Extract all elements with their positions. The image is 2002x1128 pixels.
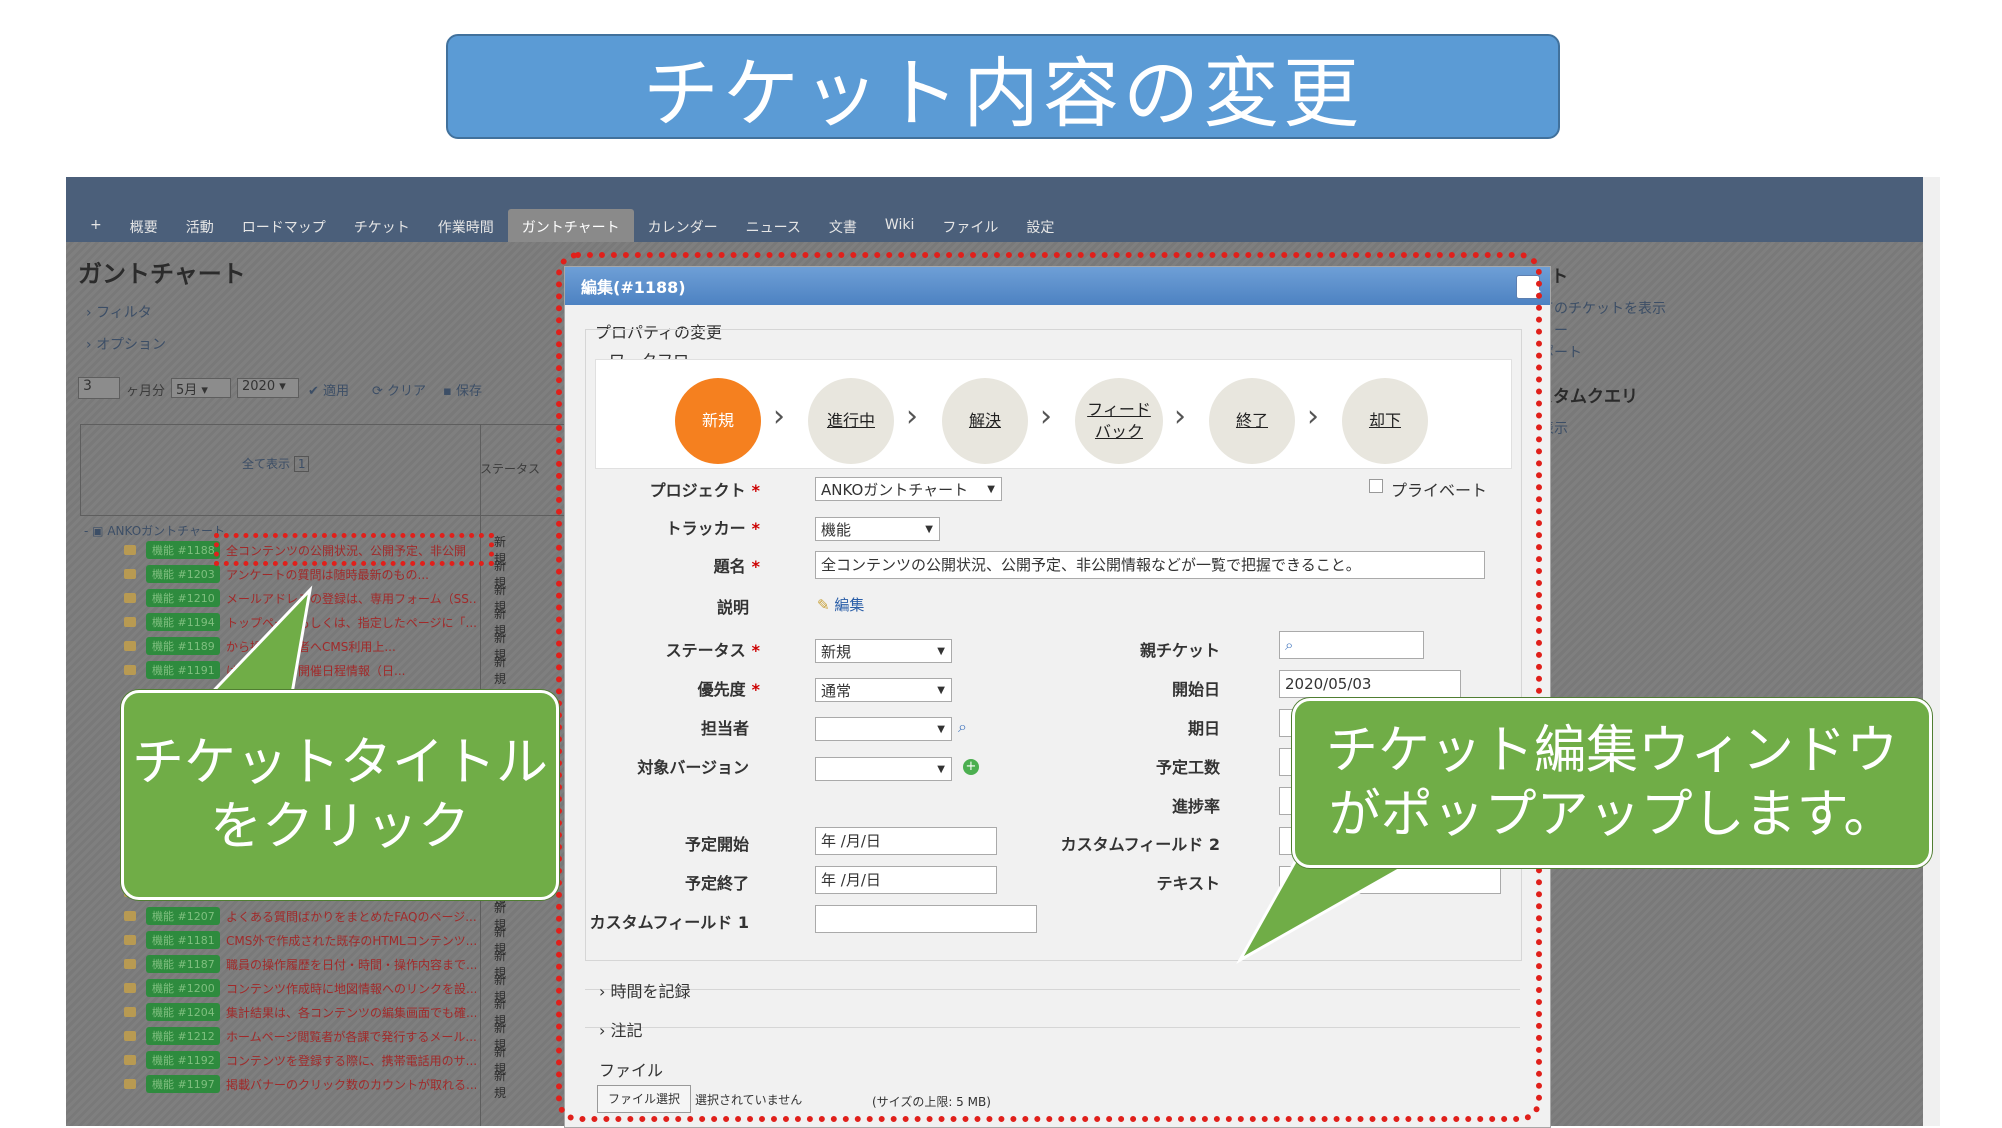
check-icon: ✔ — [308, 384, 319, 399]
issue-badge[interactable]: 機能 #1200 — [146, 979, 220, 997]
issue-title-link[interactable]: 集計結果は、各コンテンツの編集画面でも確... — [226, 1004, 476, 1021]
project-name: ANKOガントチャート — [107, 524, 226, 538]
option-label: オプション — [96, 337, 167, 353]
sidebar-link-all[interactable]: てのチケットを表示 — [1540, 298, 1666, 318]
page-title: ガントチャート — [78, 260, 246, 288]
option-toggle[interactable]: › オプション — [86, 334, 166, 354]
title-highlight-frame — [214, 533, 494, 566]
year-select[interactable]: 2020 ▾ — [237, 378, 299, 398]
issue-icon — [124, 641, 136, 651]
table-row[interactable]: 機能 #1197 掲載バナーのクリック数のカウントが取れる... 新規 — [124, 1069, 506, 1100]
save-label: 保存 — [455, 384, 482, 399]
issue-icon — [124, 935, 136, 945]
issue-badge[interactable]: 機能 #1181 — [146, 931, 220, 949]
issue-icon — [124, 665, 136, 675]
issue-badge[interactable]: 機能 #1197 — [146, 1075, 220, 1093]
months-input[interactable]: 3 — [78, 377, 120, 399]
issue-icon — [124, 617, 136, 627]
nav-tab[interactable]: 活動 — [172, 209, 228, 242]
issue-icon — [124, 1079, 136, 1089]
issue-title-link[interactable]: コンテンツを登録する際に、携帯電話用のサ... — [226, 1052, 476, 1069]
issue-badge[interactable]: 機能 #1187 — [146, 955, 220, 973]
save-icon: ▪ — [443, 384, 452, 399]
filter-label: フィルタ — [96, 305, 152, 321]
issue-icon — [124, 959, 136, 969]
issue-badge[interactable]: 機能 #1204 — [146, 1003, 220, 1021]
nav-tab[interactable]: ニュース — [732, 209, 815, 242]
issue-title-link[interactable]: 職員の操作履歴を日付・時間・操作内容まで... — [226, 956, 476, 973]
modal-highlight-frame — [556, 252, 1542, 1122]
save-link[interactable]: ▪ 保存 — [443, 380, 482, 399]
issue-title-link[interactable]: CMS外で作成された既存のHTMLコンテンツ... — [226, 932, 476, 949]
issue-title-link[interactable]: 掲載バナーのクリック数のカウントが取れる... — [226, 1076, 476, 1093]
right-callout: チケット編集ウィンドウ がポップアップします。 — [1292, 698, 1932, 868]
table-row[interactable]: 機能 #1181 CMS外で作成された既存のHTMLコンテンツ... 新規 — [124, 925, 506, 956]
sidebar-custom-query: スタムクエリ — [1536, 387, 1638, 407]
issue-badge[interactable]: 機能 #1188 — [146, 541, 220, 559]
status-column-header: ステータス — [480, 462, 541, 476]
issue-icon — [124, 593, 136, 603]
table-row[interactable]: 機能 #1207 よくある質問ばかりをまとめたFAQのページ... 新規 — [124, 901, 506, 932]
project-tree-node[interactable]: - ▣ ANKOガントチャート — [84, 522, 225, 539]
issue-icon — [124, 1055, 136, 1065]
nav-tab[interactable]: ガントチャート — [507, 209, 634, 242]
issue-badge[interactable]: 機能 #1212 — [146, 1027, 220, 1045]
page-scrollbar[interactable] — [1923, 177, 1940, 1126]
month-select-value: 5月 — [176, 383, 198, 398]
year-select-value: 2020 — [242, 379, 276, 394]
nav-tab[interactable]: 文書 — [815, 209, 871, 242]
nav-tab[interactable]: ファイル — [928, 209, 1012, 242]
month-select[interactable]: 5月 ▾ — [171, 378, 231, 398]
issue-status: 新規 — [494, 655, 507, 686]
issue-icon — [124, 569, 136, 579]
show-all-label: 全て表示 — [242, 457, 291, 471]
table-row[interactable]: 機能 #1212 ホームページ閲覧者が各課で発行するメール... 新規 — [124, 1021, 506, 1052]
issue-title-link[interactable]: ホームページ閲覧者が各課で発行するメール... — [226, 1028, 476, 1045]
apply-link[interactable]: ✔ 適用 — [308, 380, 349, 399]
apply-label: 適用 — [323, 384, 350, 399]
issue-badge[interactable]: 機能 #1207 — [146, 907, 220, 925]
issue-title-link[interactable]: よくある質問ばかりをまとめたFAQのページ... — [226, 908, 476, 925]
clear-link[interactable]: ⟳ クリア — [372, 380, 426, 399]
table-row[interactable]: 機能 #1187 職員の操作履歴を日付・時間・操作内容まで... 新規 — [124, 949, 506, 980]
filter-toggle[interactable]: › フィルタ — [86, 302, 152, 322]
issue-badge[interactable]: 機能 #1192 — [146, 1051, 220, 1069]
issue-status: 新規 — [494, 1069, 507, 1100]
nav-tab[interactable]: + — [76, 209, 116, 242]
title-banner-text: チケット内容の変更 — [643, 48, 1363, 138]
nav-tab[interactable]: 設定 — [1012, 209, 1068, 242]
nav-tab[interactable]: ロードマップ — [228, 209, 340, 242]
issue-icon — [124, 545, 136, 555]
show-all-count: 1 — [293, 456, 310, 472]
reload-icon: ⟳ — [372, 384, 383, 399]
table-row[interactable]: 機能 #1204 集計結果は、各コンテンツの編集画面でも確... 新規 — [124, 997, 506, 1028]
left-callout: チケットタイトル をクリック — [121, 690, 559, 900]
nav-tab[interactable]: カレンダー — [634, 209, 732, 242]
nav-tab[interactable]: チケット — [340, 209, 424, 242]
folder-icon: ▣ — [92, 524, 104, 538]
nav-tab[interactable]: 概要 — [116, 209, 172, 242]
nav-tab[interactable]: 作業時間 — [424, 209, 508, 242]
issue-title-link[interactable]: コンテンツ作成時に地図情報へのリンクを設... — [226, 980, 476, 997]
top-menu-bar: + 概要 活動 ロードマップ チケット 作業時間 ガントチャート カレンダー ニュース 文書 Wik… — [66, 177, 1940, 242]
issue-icon — [124, 1031, 136, 1041]
nav-tabs: + 概要 活動 ロードマップ チケット 作業時間 ガントチャート カレンダー ニュース 文書 Wik… — [76, 209, 1068, 242]
clear-label: クリア — [387, 384, 427, 399]
months-suffix: ヶ月分 — [126, 384, 166, 399]
issue-icon — [124, 911, 136, 921]
issue-icon — [124, 983, 136, 993]
table-row[interactable]: 機能 #1192 コンテンツを登録する際に、携帯電話用のサ... 新規 — [124, 1045, 506, 1076]
table-row[interactable]: 機能 #1200 コンテンツ作成時に地図情報へのリンクを設... 新規 — [124, 973, 506, 1004]
show-all-link[interactable]: 全て表示 1 — [242, 455, 310, 472]
title-banner: チケット内容の変更 — [446, 34, 1560, 139]
issue-icon — [124, 1007, 136, 1017]
nav-tab[interactable]: Wiki — [871, 209, 928, 242]
